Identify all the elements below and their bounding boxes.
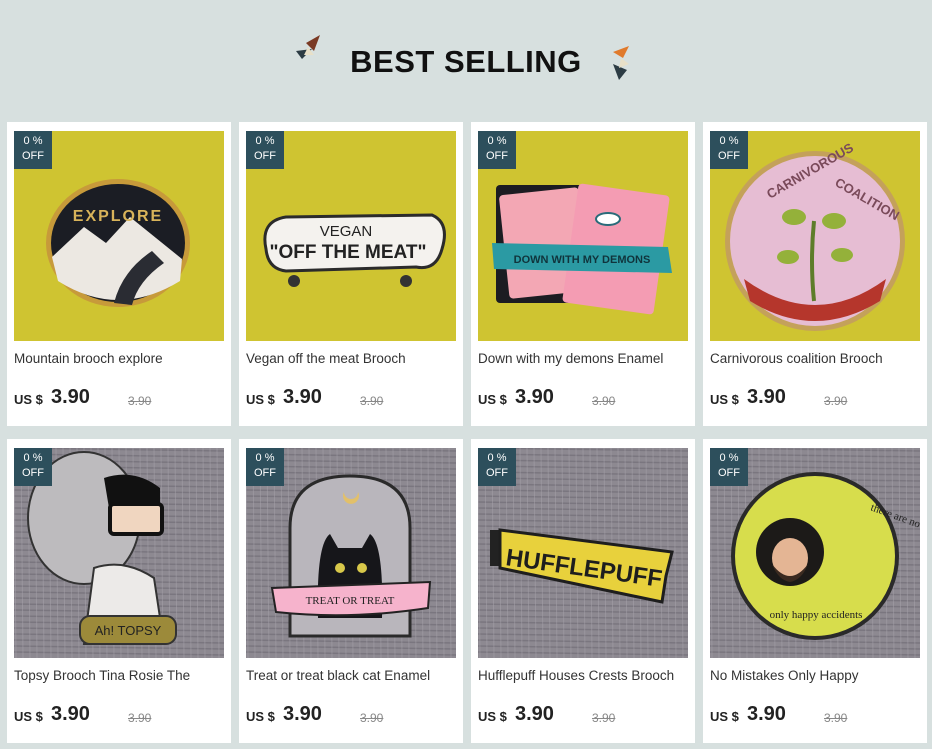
- pin-text-explore: EXPLORE: [73, 208, 163, 225]
- product-image[interactable]: EXPLORE 0 % OFF: [14, 131, 224, 341]
- currency-label: US $: [14, 392, 43, 407]
- pin-text-vegan-top: VEGAN: [320, 223, 373, 240]
- product-card[interactable]: DOWN WITH MY DEMONS 0 % OFF Down with my de…: [471, 122, 695, 426]
- currency-label: US $: [14, 709, 43, 724]
- discount-off-label: OFF: [486, 150, 508, 162]
- currency-label: US $: [478, 392, 507, 407]
- pin-text-topsy: Ah! TOPSY: [95, 623, 162, 638]
- current-price: 3.90: [283, 386, 322, 408]
- original-price: 3.90: [824, 711, 848, 725]
- currency-label: US $: [710, 392, 739, 407]
- discount-off-label: OFF: [22, 150, 44, 162]
- product-name[interactable]: Topsy Brooch Tina Rosie The: [14, 668, 226, 683]
- discount-percent: 0 %: [719, 452, 739, 464]
- product-image[interactable]: there are no mistakesonly happy accident…: [710, 448, 920, 658]
- discount-percent: 0 %: [23, 452, 43, 464]
- currency-label: US $: [710, 709, 739, 724]
- current-price: 3.90: [747, 386, 786, 408]
- product-name[interactable]: Hufflepuff Houses Crests Brooch: [478, 668, 690, 683]
- product-name[interactable]: No Mistakes Only Happy: [710, 668, 922, 683]
- discount-percent: 0 %: [255, 135, 275, 147]
- product-name[interactable]: Down with my demons Enamel: [478, 351, 690, 366]
- product-card[interactable]: TREAT OR TREAT 0 % OFF Treat or treat black…: [239, 439, 463, 743]
- price-row: US $ 3.90 3.90: [14, 386, 226, 413]
- product-name[interactable]: Mountain brooch explore: [14, 351, 226, 366]
- currency-label: US $: [246, 709, 275, 724]
- pin-text-cat: TREAT OR TREAT: [306, 595, 395, 607]
- decorative-triangles-right-icon: [613, 46, 629, 80]
- product-image[interactable]: TREAT OR TREAT 0 % OFF: [246, 448, 456, 658]
- discount-badge: 0 % OFF: [478, 448, 516, 486]
- price-row: US $ 3.90 3.90: [478, 703, 690, 730]
- price-row: US $ 3.90 3.90: [246, 386, 458, 413]
- product-card[interactable]: CARNIVOROUS COALITION 0 % OFF Carnivorous co…: [703, 122, 927, 426]
- product-card[interactable]: VEGAN "OFF THE MEAT" 0 % OFF Vegan off the m…: [239, 122, 463, 426]
- currency-label: US $: [246, 392, 275, 407]
- current-price: 3.90: [51, 703, 90, 725]
- discount-percent: 0 %: [719, 135, 739, 147]
- original-price: 3.90: [360, 394, 384, 408]
- section-title: BEST SELLING: [350, 44, 582, 79]
- product-card[interactable]: Ah! TOPSY 0 % OFF Topsy Brooch Tina Rosie T…: [7, 439, 231, 743]
- product-card[interactable]: EXPLORE 0 % OFF Mountain brooch explore US $…: [7, 122, 231, 426]
- currency-label: US $: [478, 709, 507, 724]
- original-price: 3.90: [592, 394, 616, 408]
- discount-badge: 0 % OFF: [710, 131, 748, 169]
- pin-text-demons: DOWN WITH MY DEMONS: [514, 254, 651, 266]
- discount-percent: 0 %: [23, 135, 43, 147]
- discount-badge: 0 % OFF: [478, 131, 516, 169]
- current-price: 3.90: [515, 386, 554, 408]
- current-price: 3.90: [515, 703, 554, 725]
- product-image[interactable]: Ah! TOPSY 0 % OFF: [14, 448, 224, 658]
- product-image[interactable]: DOWN WITH MY DEMONS 0 % OFF: [478, 131, 688, 341]
- price-row: US $ 3.90 3.90: [246, 703, 458, 730]
- product-image[interactable]: HUFFLEPUFF 0 % OFF: [478, 448, 688, 658]
- price-row: US $ 3.90 3.90: [478, 386, 690, 413]
- current-price: 3.90: [747, 703, 786, 725]
- original-price: 3.90: [360, 711, 384, 725]
- discount-badge: 0 % OFF: [246, 131, 284, 169]
- product-image[interactable]: CARNIVOROUS COALITION 0 % OFF: [710, 131, 920, 341]
- discount-badge: 0 % OFF: [14, 131, 52, 169]
- product-image[interactable]: VEGAN "OFF THE MEAT" 0 % OFF: [246, 131, 456, 341]
- discount-off-label: OFF: [22, 467, 44, 479]
- product-name[interactable]: Carnivorous coalition Brooch: [710, 351, 922, 366]
- original-price: 3.90: [128, 394, 152, 408]
- discount-badge: 0 % OFF: [246, 448, 284, 486]
- discount-off-label: OFF: [254, 467, 276, 479]
- current-price: 3.90: [283, 703, 322, 725]
- discount-percent: 0 %: [487, 452, 507, 464]
- discount-off-label: OFF: [254, 150, 276, 162]
- discount-badge: 0 % OFF: [710, 448, 748, 486]
- discount-percent: 0 %: [487, 135, 507, 147]
- discount-off-label: OFF: [718, 150, 740, 162]
- discount-badge: 0 % OFF: [14, 448, 52, 486]
- original-price: 3.90: [824, 394, 848, 408]
- original-price: 3.90: [592, 711, 616, 725]
- current-price: 3.90: [51, 386, 90, 408]
- pin-text-mistakes-bottom: only happy accidents: [770, 609, 863, 621]
- price-row: US $ 3.90 3.90: [14, 703, 226, 730]
- product-card[interactable]: HUFFLEPUFF 0 % OFF Hufflepuff Houses Crests…: [471, 439, 695, 743]
- original-price: 3.90: [128, 711, 152, 725]
- price-row: US $ 3.90 3.90: [710, 386, 922, 413]
- pin-text-vegan-main: "OFF THE MEAT": [270, 242, 427, 263]
- product-card[interactable]: there are no mistakesonly happy accident…: [703, 439, 927, 743]
- section-header: BEST SELLING: [0, 0, 932, 120]
- product-name[interactable]: Treat or treat black cat Enamel: [246, 668, 458, 683]
- discount-off-label: OFF: [718, 467, 740, 479]
- discount-off-label: OFF: [486, 467, 508, 479]
- product-name[interactable]: Vegan off the meat Brooch: [246, 351, 458, 366]
- discount-percent: 0 %: [255, 452, 275, 464]
- price-row: US $ 3.90 3.90: [710, 703, 922, 730]
